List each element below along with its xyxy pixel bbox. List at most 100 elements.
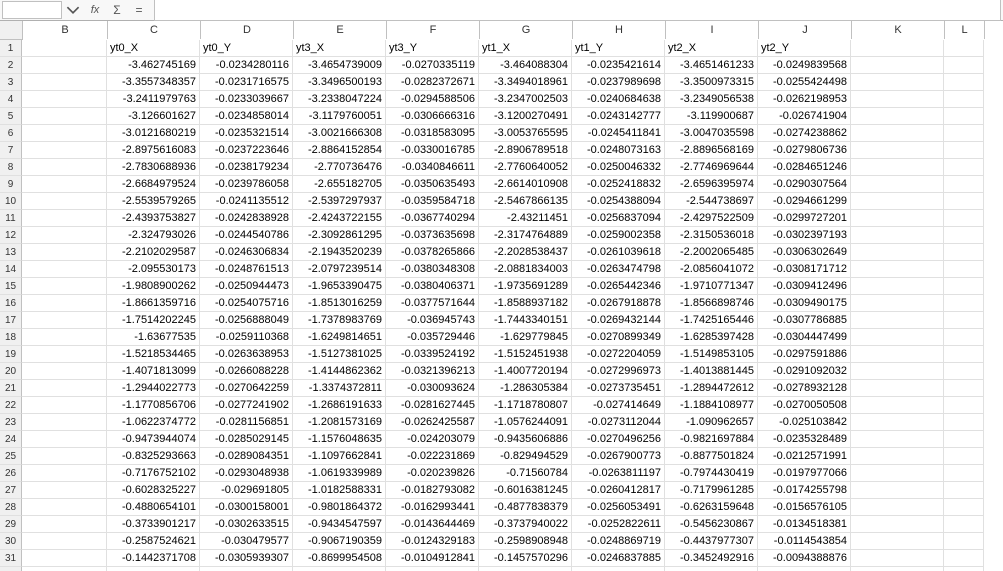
cell-K5[interactable] bbox=[851, 108, 944, 125]
cell-F28[interactable]: -0.0162993441 bbox=[386, 499, 479, 516]
cell-B2[interactable] bbox=[22, 57, 107, 74]
cell-H6[interactable]: -0.0245411841 bbox=[572, 125, 665, 142]
cell-L8[interactable] bbox=[944, 159, 984, 176]
cell-L21[interactable] bbox=[944, 380, 984, 397]
cell-J30[interactable]: -0.0114543854 bbox=[758, 533, 851, 550]
cell-E11[interactable]: -2.4243722155 bbox=[293, 210, 386, 227]
cell-D1[interactable]: yt0_Y bbox=[200, 40, 293, 57]
cell-K28[interactable] bbox=[851, 499, 944, 516]
cell-G11[interactable]: -2.43211451 bbox=[479, 210, 572, 227]
cell-H30[interactable]: -0.0248869719 bbox=[572, 533, 665, 550]
cell-K6[interactable] bbox=[851, 125, 944, 142]
cell-H2[interactable]: -0.0235421614 bbox=[572, 57, 665, 74]
cell-H23[interactable]: -0.0273112044 bbox=[572, 414, 665, 431]
row-header[interactable]: 25 bbox=[0, 448, 22, 465]
cell-D16[interactable]: -0.0254075716 bbox=[200, 295, 293, 312]
cell-H26[interactable]: -0.0263811197 bbox=[572, 465, 665, 482]
cell-H22[interactable]: -0.027414649 bbox=[572, 397, 665, 414]
cell-C19[interactable]: -1.5218534465 bbox=[107, 346, 200, 363]
cell-G10[interactable]: -2.5467866135 bbox=[479, 193, 572, 210]
cell-F31[interactable]: -0.0104912841 bbox=[386, 550, 479, 567]
column-header-L[interactable]: L bbox=[945, 21, 985, 39]
row-header[interactable]: 2 bbox=[0, 57, 22, 74]
cell-E17[interactable]: -1.7378983769 bbox=[293, 312, 386, 329]
row-header[interactable]: 28 bbox=[0, 499, 22, 516]
cell-D32[interactable] bbox=[200, 567, 293, 571]
cell-B11[interactable] bbox=[22, 210, 107, 227]
cell-I28[interactable]: -0.6263159648 bbox=[665, 499, 758, 516]
cell-J24[interactable]: -0.0235328489 bbox=[758, 431, 851, 448]
cell-C21[interactable]: -1.2944022773 bbox=[107, 380, 200, 397]
column-header-F[interactable]: F bbox=[387, 21, 480, 39]
column-header-H[interactable]: H bbox=[573, 21, 666, 39]
cell-B5[interactable] bbox=[22, 108, 107, 125]
cell-F29[interactable]: -0.0143644469 bbox=[386, 516, 479, 533]
column-header-E[interactable]: E bbox=[294, 21, 387, 39]
cell-C6[interactable]: -3.0121680219 bbox=[107, 125, 200, 142]
row-header[interactable]: 13 bbox=[0, 244, 22, 261]
cell-D13[interactable]: -0.0246306834 bbox=[200, 244, 293, 261]
cell-K30[interactable] bbox=[851, 533, 944, 550]
cell-E27[interactable]: -1.0182588331 bbox=[293, 482, 386, 499]
cell-D11[interactable]: -0.0242838928 bbox=[200, 210, 293, 227]
cell-K29[interactable] bbox=[851, 516, 944, 533]
cell-F9[interactable]: -0.0350635493 bbox=[386, 176, 479, 193]
row-header[interactable]: 20 bbox=[0, 363, 22, 380]
cell-L24[interactable] bbox=[944, 431, 984, 448]
cell-L4[interactable] bbox=[944, 91, 984, 108]
cell-H1[interactable]: yt1_Y bbox=[572, 40, 665, 57]
cell-D26[interactable]: -0.0293048938 bbox=[200, 465, 293, 482]
cell-B23[interactable] bbox=[22, 414, 107, 431]
cell-D12[interactable]: -0.0244540786 bbox=[200, 227, 293, 244]
cell-K19[interactable] bbox=[851, 346, 944, 363]
cell-J27[interactable]: -0.0174255798 bbox=[758, 482, 851, 499]
cell-D2[interactable]: -0.0234280116 bbox=[200, 57, 293, 74]
cell-H24[interactable]: -0.0270496256 bbox=[572, 431, 665, 448]
cell-J26[interactable]: -0.0197977066 bbox=[758, 465, 851, 482]
cell-D29[interactable]: -0.0302633515 bbox=[200, 516, 293, 533]
equals-icon[interactable]: = bbox=[128, 1, 150, 19]
cell-E26[interactable]: -1.0619339989 bbox=[293, 465, 386, 482]
cell-F13[interactable]: -0.0378265866 bbox=[386, 244, 479, 261]
row-header[interactable]: 3 bbox=[0, 74, 22, 91]
cell-H31[interactable]: -0.0246837885 bbox=[572, 550, 665, 567]
cell-I23[interactable]: -1.090962657 bbox=[665, 414, 758, 431]
cell-J8[interactable]: -0.0284651246 bbox=[758, 159, 851, 176]
cell-J13[interactable]: -0.0306302649 bbox=[758, 244, 851, 261]
cell-H9[interactable]: -0.0252418832 bbox=[572, 176, 665, 193]
cell-C22[interactable]: -1.1770856706 bbox=[107, 397, 200, 414]
cell-D7[interactable]: -0.0237223646 bbox=[200, 142, 293, 159]
cell-F16[interactable]: -0.0377571644 bbox=[386, 295, 479, 312]
cell-D8[interactable]: -0.0238179234 bbox=[200, 159, 293, 176]
cell-B10[interactable] bbox=[22, 193, 107, 210]
cell-G1[interactable]: yt1_X bbox=[479, 40, 572, 57]
cell-L2[interactable] bbox=[944, 57, 984, 74]
cell-L31[interactable] bbox=[944, 550, 984, 567]
fx-icon[interactable]: fx bbox=[84, 1, 106, 19]
row-header[interactable]: 27 bbox=[0, 482, 22, 499]
cell-E14[interactable]: -2.0797239514 bbox=[293, 261, 386, 278]
cell-G32[interactable] bbox=[479, 567, 572, 571]
cell-K4[interactable] bbox=[851, 91, 944, 108]
cell-E16[interactable]: -1.8513016259 bbox=[293, 295, 386, 312]
cell-F17[interactable]: -0.036945743 bbox=[386, 312, 479, 329]
cell-E6[interactable]: -3.0021666308 bbox=[293, 125, 386, 142]
cell-F5[interactable]: -0.0306666316 bbox=[386, 108, 479, 125]
cell-H13[interactable]: -0.0261039618 bbox=[572, 244, 665, 261]
cell-B22[interactable] bbox=[22, 397, 107, 414]
cell-B8[interactable] bbox=[22, 159, 107, 176]
cell-G2[interactable]: -3.464088304 bbox=[479, 57, 572, 74]
cell-G8[interactable]: -2.7760640052 bbox=[479, 159, 572, 176]
cell-D14[interactable]: -0.0248761513 bbox=[200, 261, 293, 278]
cell-G12[interactable]: -2.3174764889 bbox=[479, 227, 572, 244]
cell-J2[interactable]: -0.0249839568 bbox=[758, 57, 851, 74]
cell-L11[interactable] bbox=[944, 210, 984, 227]
cell-B24[interactable] bbox=[22, 431, 107, 448]
cell-J19[interactable]: -0.0297591886 bbox=[758, 346, 851, 363]
cell-I12[interactable]: -2.3150536018 bbox=[665, 227, 758, 244]
cell-J6[interactable]: -0.0274238862 bbox=[758, 125, 851, 142]
cell-I8[interactable]: -2.7746969644 bbox=[665, 159, 758, 176]
row-header[interactable]: 31 bbox=[0, 550, 22, 567]
cell-B31[interactable] bbox=[22, 550, 107, 567]
cell-D27[interactable]: -0.029691805 bbox=[200, 482, 293, 499]
